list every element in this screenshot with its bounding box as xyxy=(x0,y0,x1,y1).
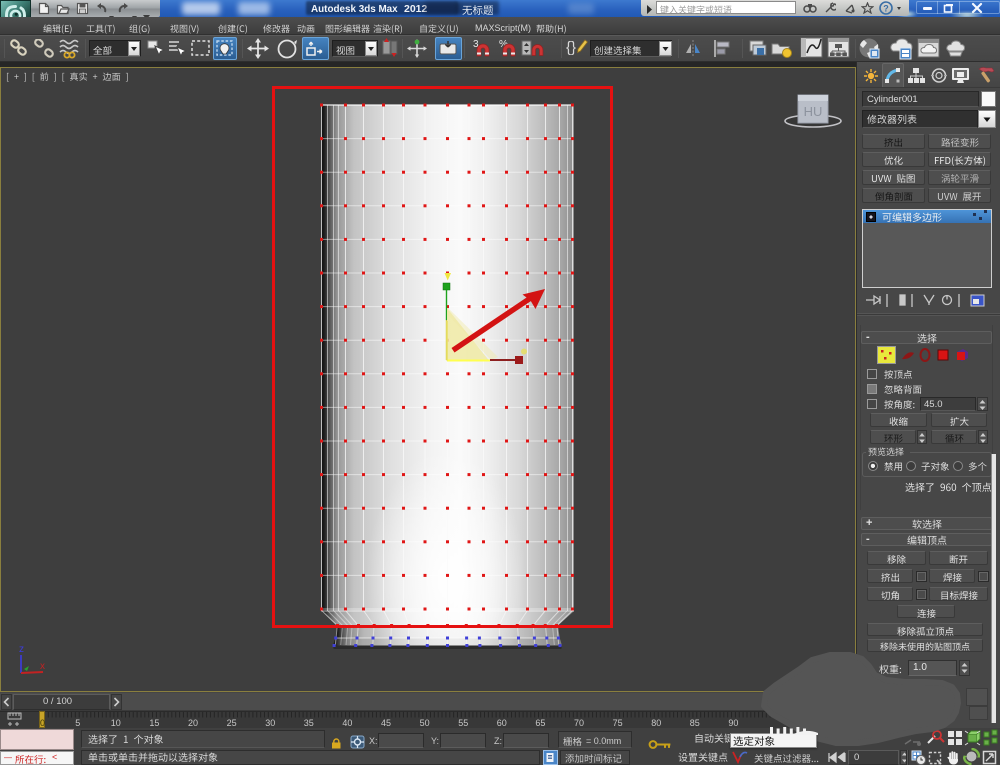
svg-text:?: ? xyxy=(883,4,889,14)
svg-text:z: z xyxy=(19,644,24,655)
svg-text:{}: {} xyxy=(566,39,576,56)
svg-text:x: x xyxy=(40,661,45,672)
